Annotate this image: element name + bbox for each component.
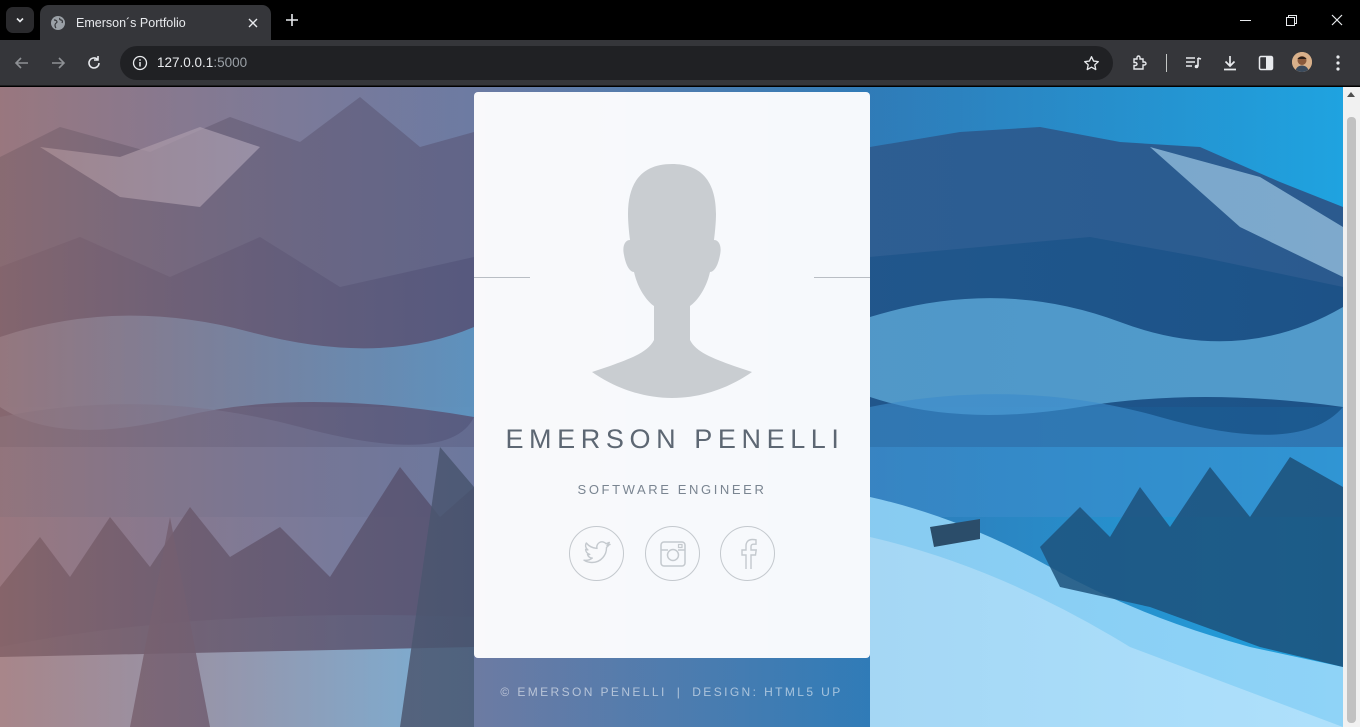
url-port: :5000	[213, 55, 248, 70]
browser-menu-button[interactable]	[1326, 51, 1350, 75]
browser-toolbar: 127.0.0.1:5000	[0, 40, 1360, 86]
restore-button[interactable]	[1268, 0, 1314, 40]
profile-card: EMERSON PENELLI SOFTWARE ENGINEER	[474, 92, 870, 658]
reload-icon	[88, 56, 100, 69]
close-window-button[interactable]	[1314, 0, 1360, 40]
minimize-button[interactable]	[1222, 0, 1268, 40]
info-icon	[132, 55, 148, 71]
download-icon	[1224, 56, 1236, 71]
tab-close-button[interactable]	[245, 15, 261, 31]
more-vert-icon	[1336, 55, 1340, 71]
close-icon	[1331, 14, 1343, 26]
twitter-link[interactable]	[569, 526, 624, 581]
arrow-left-icon	[14, 57, 28, 69]
footer-copyright: © EMERSON PENELLI	[500, 685, 667, 699]
toolbar-separator	[1166, 54, 1167, 72]
star-icon	[1083, 55, 1099, 70]
twitter-icon	[582, 540, 611, 563]
footer-separator: |	[676, 685, 683, 699]
globe-icon	[51, 15, 65, 30]
side-panel-button[interactable]	[1254, 51, 1278, 75]
reading-list-button[interactable]	[1181, 51, 1205, 75]
url-host: 127.0.0.1	[157, 55, 214, 70]
close-icon	[248, 18, 258, 27]
restore-icon	[1285, 14, 1297, 26]
media-list-icon	[1186, 57, 1202, 69]
new-tab-button[interactable]	[282, 10, 302, 30]
divider-left	[474, 277, 530, 278]
browser-tab-active[interactable]: Emerson´s Portfolio	[40, 5, 271, 40]
instagram-icon	[659, 540, 686, 567]
facebook-icon	[740, 538, 757, 569]
page-scrollbar[interactable]	[1343, 87, 1360, 727]
url-text: 127.0.0.1:5000	[157, 55, 247, 70]
extensions-button[interactable]	[1128, 51, 1152, 75]
tab-title: Emerson´s Portfolio	[76, 15, 186, 30]
plus-icon	[286, 14, 298, 26]
profile-role: SOFTWARE ENGINEER	[577, 482, 767, 497]
forward-button[interactable]	[46, 51, 70, 75]
profile-avatar[interactable]	[1292, 52, 1312, 72]
downloads-button[interactable]	[1218, 51, 1242, 75]
puzzle-icon	[1133, 55, 1147, 70]
minimize-icon	[1239, 19, 1251, 21]
site-info-button[interactable]	[128, 51, 152, 75]
profile-name: EMERSON PENELLI	[505, 424, 845, 454]
side-panel-icon	[1258, 55, 1274, 71]
arrow-right-icon	[52, 57, 66, 69]
bookmark-button[interactable]	[1079, 51, 1103, 75]
page-footer: © EMERSON PENELLI | DESIGN: HTML5 UP	[0, 685, 1343, 699]
back-button[interactable]	[10, 51, 34, 75]
divider-right	[814, 277, 870, 278]
tab-search-button[interactable]	[6, 7, 34, 33]
tab-strip: Emerson´s Portfolio	[0, 0, 1360, 40]
scrollbar-thumb[interactable]	[1347, 117, 1356, 723]
footer-design-credit[interactable]: DESIGN: HTML5 UP	[692, 685, 842, 699]
social-links	[569, 526, 779, 582]
avatar-icon	[1292, 52, 1312, 72]
address-bar[interactable]: 127.0.0.1:5000	[120, 46, 1113, 80]
instagram-link[interactable]	[645, 526, 700, 581]
facebook-link[interactable]	[720, 526, 775, 581]
page-viewport: EMERSON PENELLI SOFTWARE ENGINEER © EMER…	[0, 87, 1343, 727]
scroll-up-arrow[interactable]	[1347, 92, 1355, 97]
reload-button[interactable]	[82, 51, 106, 75]
avatar-silhouette-icon	[592, 164, 752, 398]
chevron-down-icon	[16, 17, 24, 23]
